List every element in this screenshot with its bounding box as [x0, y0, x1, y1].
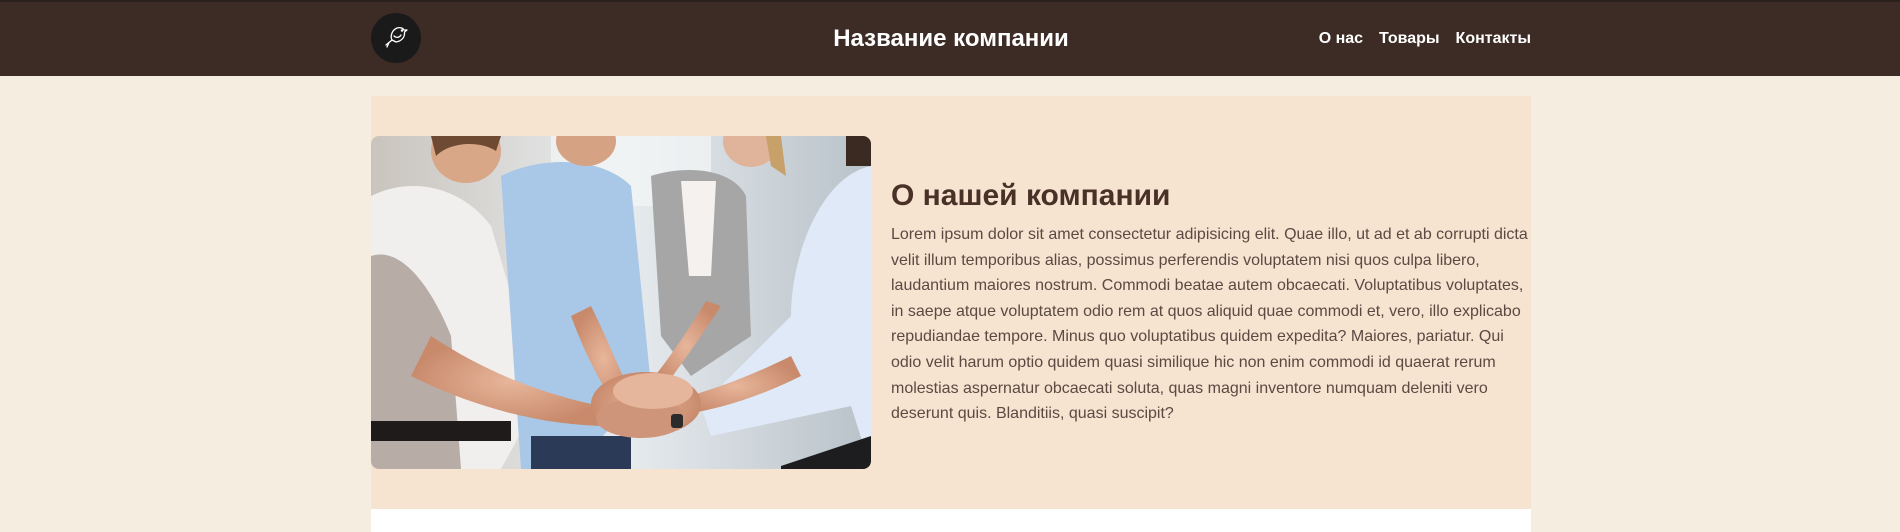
about-description: Lorem ipsum dolor sit amet consectetur a… — [891, 226, 1528, 423]
next-section — [371, 509, 1531, 532]
nav-link-about[interactable]: О нас — [1319, 29, 1363, 49]
header-container: Название компании О нас Товары Контакты — [371, 2, 1531, 76]
logo-link[interactable] — [371, 13, 421, 63]
main-nav: О нас Товары Контакты — [1319, 29, 1531, 49]
nav-link-products[interactable]: Товары — [1379, 29, 1440, 49]
team-hands-photo — [371, 136, 871, 469]
about-section: О нашей компании Lorem ipsum dolor sit a… — [371, 96, 1531, 509]
site-header: Название компании О нас Товары Контакты — [0, 2, 1900, 76]
nav-link-contacts[interactable]: Контакты — [1456, 29, 1531, 49]
about-content: О нашей компании Lorem ipsum dolor sit a… — [891, 178, 1531, 427]
bird-icon — [381, 21, 411, 56]
about-title: О нашей компании — [891, 179, 1171, 212]
